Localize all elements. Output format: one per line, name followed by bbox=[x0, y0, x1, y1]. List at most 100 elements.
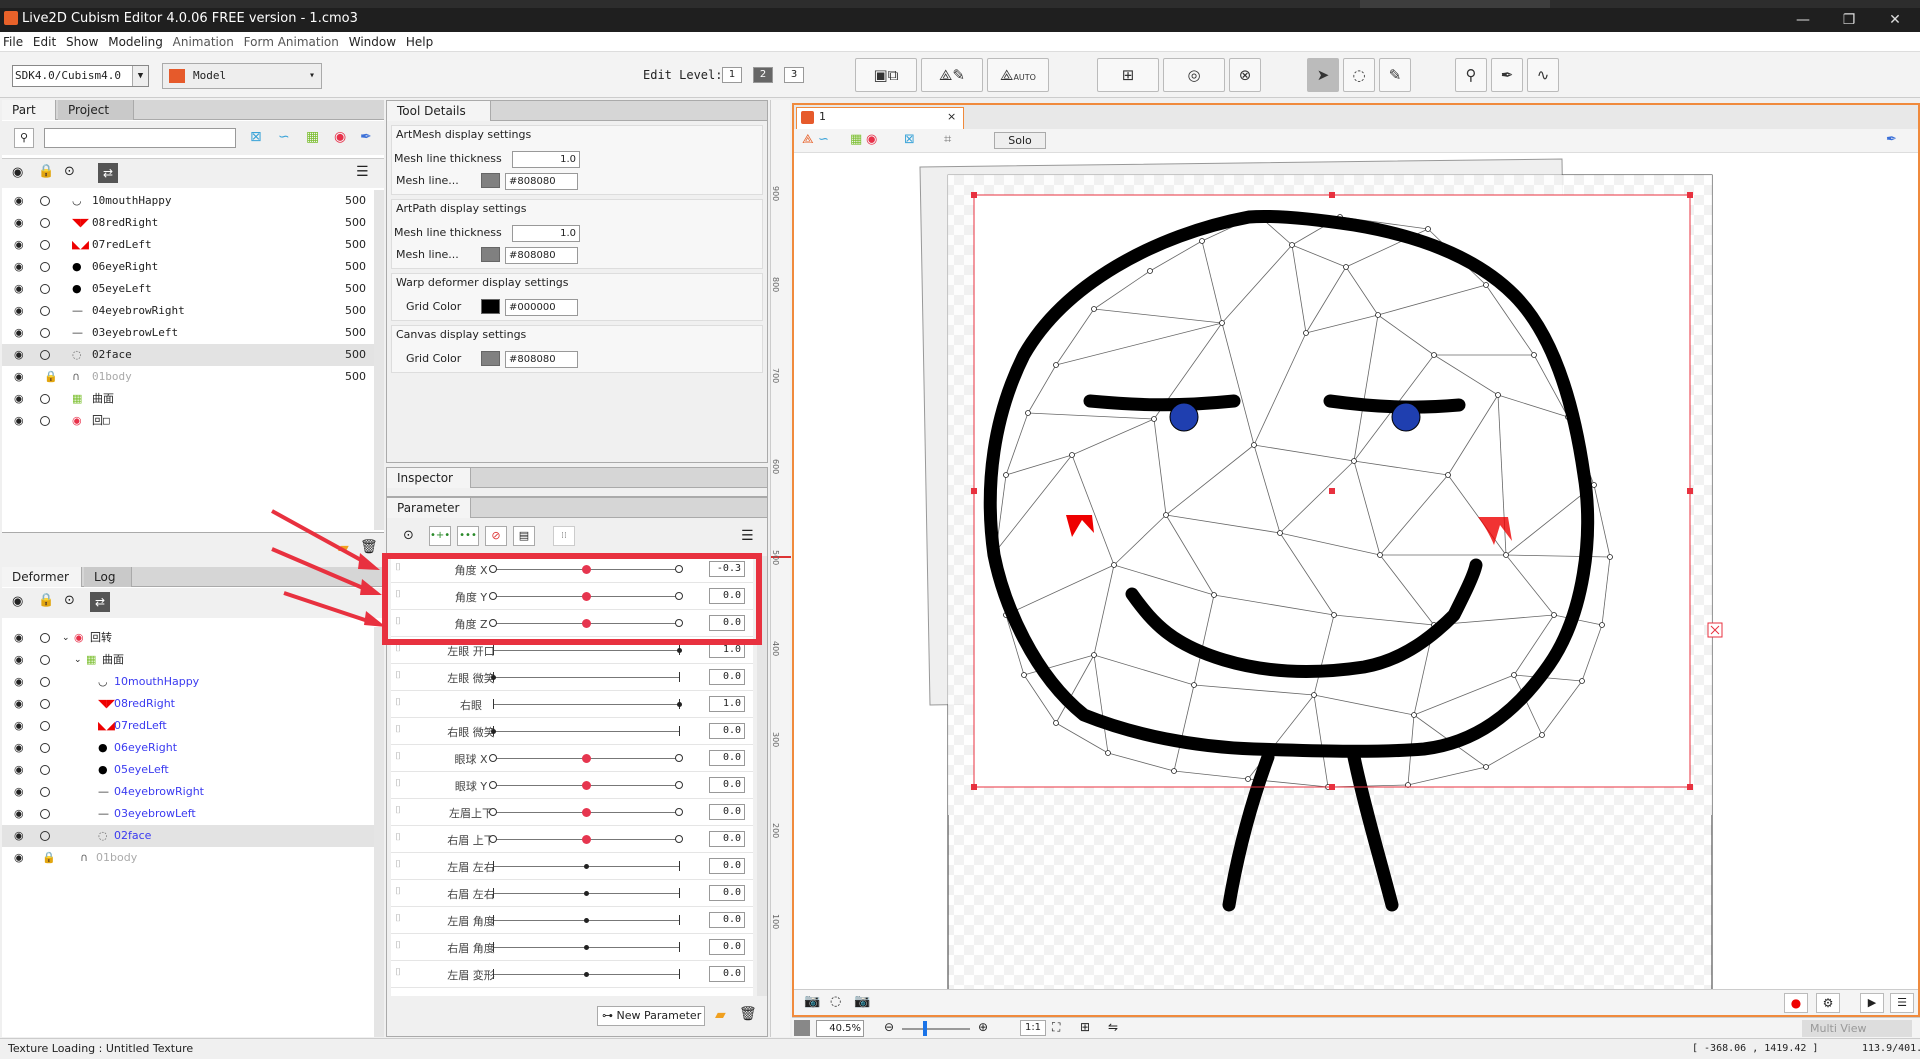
visibility-toggle-icon[interactable] bbox=[40, 743, 50, 753]
parameter-value[interactable]: 1.0 bbox=[709, 696, 745, 712]
model-canvas[interactable] bbox=[794, 155, 1918, 989]
auto-mesh-button[interactable]: ⟁AUTO bbox=[987, 58, 1049, 92]
link-icon[interactable]: ⌷ bbox=[395, 724, 401, 735]
eye-icon[interactable]: ◉ bbox=[14, 234, 24, 256]
expand-icon[interactable]: ⊙ bbox=[64, 164, 75, 179]
parameter-value[interactable]: 0.0 bbox=[709, 858, 745, 874]
parameter-slider-knob[interactable] bbox=[582, 754, 591, 763]
delete-key-icon[interactable]: ⊘ bbox=[485, 526, 507, 546]
eye-icon[interactable]: ◉ bbox=[14, 737, 24, 759]
path-select-icon[interactable]: ∽ bbox=[818, 132, 829, 147]
tab-deformer[interactable]: Deformer bbox=[2, 567, 82, 587]
path-tool-button[interactable]: ∿ bbox=[1527, 58, 1559, 92]
parameter-value[interactable]: 0.0 bbox=[709, 588, 745, 604]
add-key-icon[interactable]: •+• bbox=[429, 526, 451, 546]
parameter-row[interactable]: ⌷ 右眼 微笑 0.0 bbox=[391, 718, 753, 745]
pen-filter-icon[interactable]: ✒ bbox=[360, 129, 372, 145]
link-icon[interactable]: ⌷ bbox=[395, 751, 401, 762]
artmesh-color-input[interactable]: #808080 bbox=[505, 173, 578, 190]
link-icon[interactable]: ⌷ bbox=[395, 832, 401, 843]
eye-icon[interactable]: ◉ bbox=[14, 693, 24, 715]
eye-icon[interactable]: ◉ bbox=[14, 388, 24, 410]
eye-icon[interactable]: ◉ bbox=[14, 627, 24, 649]
eye-icon[interactable]: ◉ bbox=[14, 366, 24, 388]
visibility-toggle-icon[interactable] bbox=[40, 328, 50, 338]
eye-icon[interactable]: ◉ bbox=[14, 847, 24, 869]
visibility-toggle-icon[interactable] bbox=[40, 284, 50, 294]
parameter-row[interactable]: ⌷ 右眉 上下 0.0 bbox=[391, 826, 753, 853]
deformer-row[interactable]: ◉ ⌄ ▦ 曲面 bbox=[2, 649, 374, 671]
eye-icon[interactable]: ◉ bbox=[14, 781, 24, 803]
trash-icon[interactable]: 🗑 bbox=[739, 1006, 757, 1022]
tab-project[interactable]: Project bbox=[58, 100, 134, 120]
eye-icon[interactable]: ◉ bbox=[14, 322, 24, 344]
visibility-toggle-icon[interactable] bbox=[40, 655, 50, 665]
link-icon[interactable]: ⌷ bbox=[395, 859, 401, 870]
visibility-toggle-icon[interactable] bbox=[40, 394, 50, 404]
zoom-slider-track[interactable] bbox=[902, 1028, 970, 1030]
link-icon[interactable]: ⌷ bbox=[395, 913, 401, 924]
minimize-button[interactable]: — bbox=[1780, 8, 1826, 32]
parameter-value[interactable]: 0.0 bbox=[709, 966, 745, 982]
solo-button[interactable]: Solo bbox=[994, 132, 1046, 149]
part-row[interactable]: ◉ 🔒 ∩ 01body 500 bbox=[2, 366, 374, 388]
deformer-scrollbar[interactable] bbox=[374, 627, 384, 1037]
key-point-min[interactable] bbox=[489, 781, 497, 789]
parameter-value[interactable]: 0.0 bbox=[709, 912, 745, 928]
parameter-slider-knob[interactable] bbox=[677, 648, 682, 653]
deformer-row[interactable]: ◉ ● 05eyeLeft bbox=[2, 759, 374, 781]
grid-view-icon[interactable]: ⌗ bbox=[944, 132, 951, 147]
parameter-row[interactable]: ⌷ 左眼 微笑 0.0 bbox=[391, 664, 753, 691]
link-icon[interactable]: ⌷ bbox=[395, 697, 401, 708]
checker-toggle-icon[interactable] bbox=[794, 1020, 810, 1036]
eye-icon[interactable]: ◉ bbox=[12, 594, 23, 609]
key-point-min[interactable] bbox=[489, 565, 497, 573]
visibility-toggle-icon[interactable] bbox=[40, 787, 50, 797]
eye-icon[interactable]: ◉ bbox=[14, 344, 24, 366]
part-row[interactable]: ◉ ◉ 回□ bbox=[2, 410, 374, 432]
menu-edit[interactable]: Edit bbox=[30, 32, 59, 52]
tab-tool-details[interactable]: Tool Details bbox=[387, 101, 491, 121]
warp-deformer-button[interactable]: ⊞ bbox=[1097, 58, 1159, 92]
parameter-row[interactable]: ⌷ 左眉 変形 0.0 bbox=[391, 961, 753, 988]
artmesh-view-icon[interactable]: ⊠ bbox=[904, 132, 915, 147]
rotation-filter-icon[interactable]: ◉ bbox=[334, 129, 346, 145]
warp-grid-color-input[interactable]: #000000 bbox=[505, 299, 578, 316]
flip-icon[interactable]: ⇋ bbox=[1108, 1020, 1118, 1034]
multi-view-button[interactable]: Multi View bbox=[1802, 1020, 1912, 1037]
link-icon[interactable]: ⌷ bbox=[395, 589, 401, 600]
expand-icon[interactable]: ⊙ bbox=[64, 593, 75, 608]
part-search-input[interactable] bbox=[44, 128, 236, 148]
tab-parameter[interactable]: Parameter bbox=[387, 498, 471, 518]
link-icon[interactable]: ⌷ bbox=[395, 967, 401, 978]
parameter-value[interactable]: 1.0 bbox=[709, 642, 745, 658]
part-row[interactable]: ◉ ● 05eyeLeft 500 bbox=[2, 278, 374, 300]
parameter-row[interactable]: ⌷ 眼球 X 0.0 bbox=[391, 745, 753, 772]
eye-icon[interactable]: ◉ bbox=[14, 190, 24, 212]
artmesh-thickness-input[interactable]: 1.0 bbox=[512, 151, 580, 168]
list-icon[interactable]: ☰ bbox=[1890, 993, 1914, 1013]
trash-icon[interactable]: 🗑 bbox=[360, 539, 378, 555]
visibility-toggle-icon[interactable] bbox=[40, 677, 50, 687]
zoom-out-icon[interactable]: ⊖ bbox=[884, 1020, 894, 1034]
link-icon[interactable]: ⌷ bbox=[395, 886, 401, 897]
deformer-row[interactable]: ◉ ● 06eyeRight bbox=[2, 737, 374, 759]
frame-icon[interactable]: ⊞ bbox=[1080, 1020, 1090, 1034]
tab-log[interactable]: Log bbox=[84, 567, 132, 587]
artmesh-filter-icon[interactable]: ⊠ bbox=[250, 129, 262, 145]
part-scrollbar[interactable] bbox=[374, 190, 384, 530]
eye-icon[interactable]: ◉ bbox=[12, 165, 23, 180]
close-icon[interactable]: × bbox=[947, 110, 956, 123]
lock-icon[interactable]: 🔒 bbox=[38, 164, 54, 179]
eye-icon[interactable]: ◉ bbox=[14, 278, 24, 300]
parameter-slider-knob[interactable] bbox=[584, 945, 589, 950]
parameter-row[interactable]: ⌷ 左眉 角度 0.0 bbox=[391, 907, 753, 934]
link-icon[interactable]: ⌷ bbox=[395, 778, 401, 789]
artpath-filter-icon[interactable]: ∽ bbox=[278, 129, 290, 145]
parameter-slider-knob[interactable] bbox=[582, 565, 591, 574]
zoom-1to1-button[interactable]: 1:1 bbox=[1020, 1020, 1046, 1036]
record-icon[interactable]: ● bbox=[1784, 993, 1808, 1013]
visibility-toggle-icon[interactable] bbox=[40, 633, 50, 643]
menu-modeling[interactable]: Modeling bbox=[105, 32, 166, 52]
parameter-row[interactable]: ⌷ 角度 Z 0.0 bbox=[391, 610, 753, 637]
